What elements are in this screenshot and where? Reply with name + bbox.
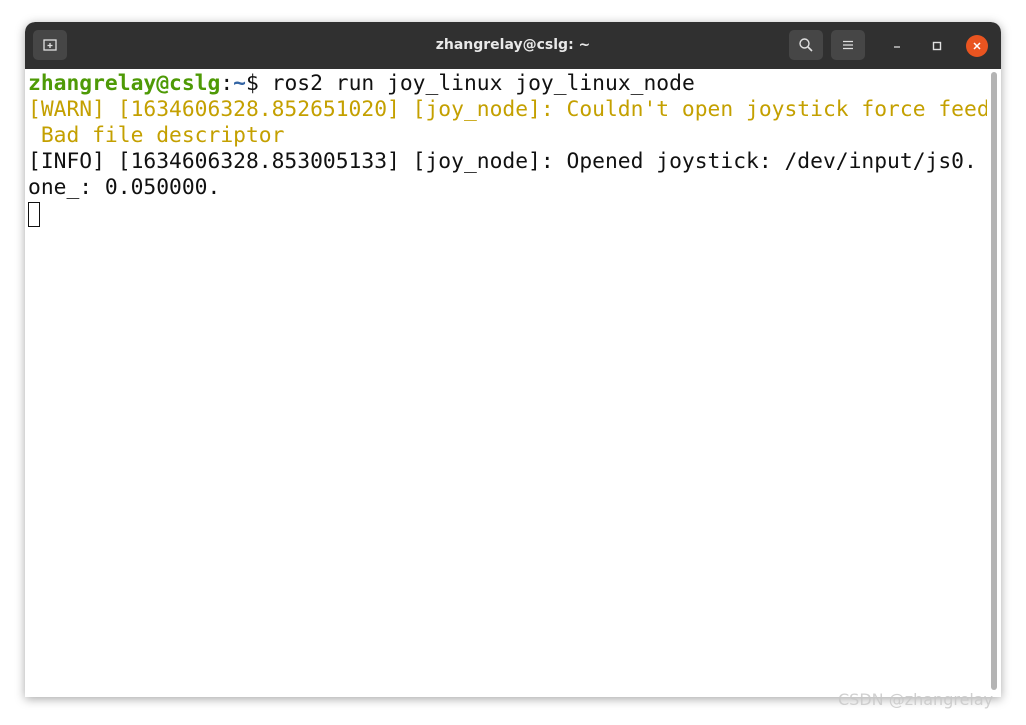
scrollbar-thumb[interactable] — [991, 72, 997, 690]
terminal-output[interactable]: zhangrelay@cslg:~$ ros2 run joy_linux jo… — [25, 69, 1001, 697]
prompt-colon: : — [220, 71, 234, 96]
close-icon — [973, 42, 981, 50]
info-line: [INFO] [1634606328.853005133] [joy_node]… — [28, 149, 1001, 174]
hamburger-menu-icon — [843, 40, 853, 50]
maximize-button[interactable] — [926, 35, 948, 57]
new-tab-button[interactable] — [33, 30, 67, 60]
warn-line: [WARN] [1634606328.852651020] [joy_node]… — [28, 97, 1001, 122]
search-icon — [799, 38, 813, 52]
titlebar[interactable]: zhangrelay@cslg: ~ — [25, 22, 1001, 69]
warn-line-continued: Bad file descriptor — [28, 123, 285, 148]
text-cursor — [28, 202, 40, 227]
search-button[interactable] — [789, 30, 823, 60]
info-line-continued: one_: 0.050000. — [28, 175, 221, 200]
scrollbar[interactable] — [987, 69, 1001, 697]
prompt-symbol: $ — [245, 71, 272, 96]
menu-button[interactable] — [831, 30, 865, 60]
minimize-icon — [894, 46, 900, 48]
prompt-path: ~ — [233, 71, 246, 96]
maximize-icon — [932, 41, 942, 51]
command-line: zhangrelay@cslg:~$ ros2 run joy_linux jo… — [28, 71, 987, 97]
command-text: ros2 run joy_linux joy_linux_node — [271, 71, 695, 96]
minimize-button[interactable] — [886, 35, 908, 57]
close-button[interactable] — [966, 35, 988, 57]
cursor-line — [28, 201, 987, 227]
watermark: CSDN @zhangrelay — [838, 690, 994, 709]
new-tab-icon — [43, 39, 57, 51]
prompt-user: zhangrelay@cslg — [28, 71, 221, 96]
terminal-window: zhangrelay@cslg: ~ zhangrelay@cslg:~$ ro… — [25, 22, 1001, 697]
